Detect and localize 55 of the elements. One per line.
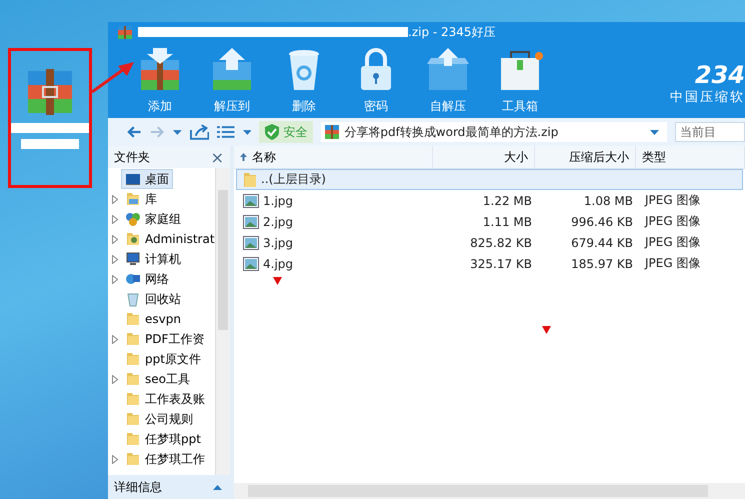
- pane-title: 文件夹: [114, 148, 150, 166]
- toolbar-button[interactable]: 解压到: [196, 42, 268, 115]
- type-cell-text: JPEG 图像: [643, 192, 702, 209]
- file-row[interactable]: ..(上层目录): [236, 169, 743, 190]
- brand-logo: 234: [694, 62, 745, 88]
- tree-item[interactable]: 家庭组: [121, 209, 185, 229]
- packed-size-cell-text: 185.97 KB: [570, 256, 634, 272]
- name-cell: 2.jpg: [237, 212, 436, 231]
- tree-item[interactable]: esvpn: [121, 309, 185, 329]
- tree-item[interactable]: 计算机: [121, 249, 185, 269]
- tree-item[interactable]: 桌面: [121, 169, 173, 189]
- file-row[interactable]: 3.jpg 825.82 KB 679.44 KB JPEG 图像: [236, 232, 743, 253]
- column-header[interactable]: 类型: [636, 146, 745, 168]
- path-field[interactable]: 分享将pdf转换成word最简单的方法.zip: [321, 122, 667, 142]
- tree-item[interactable]: ppt原文件: [121, 349, 205, 369]
- toolbar-button[interactable]: 删除: [268, 42, 340, 115]
- tree-item[interactable]: 回收站: [121, 289, 185, 309]
- name-cell: 3.jpg: [237, 233, 436, 252]
- name-cell: 1.jpg: [237, 191, 436, 210]
- name-cell: ..(上层目录): [237, 170, 436, 189]
- size-cell-text: 1.11 MB: [482, 214, 533, 230]
- packed-size-cell-text: 679.44 KB: [570, 234, 634, 252]
- type-cell-text: JPEG 图像: [643, 255, 702, 272]
- size-cell-text: 825.82 KB: [469, 234, 533, 252]
- toolbar-button[interactable]: 工具箱: [484, 42, 556, 115]
- name-cell: 4.jpg: [237, 254, 436, 273]
- packed-size-cell-text: 1.08 MB: [582, 192, 634, 210]
- tree-item[interactable]: 工作表及账: [121, 389, 209, 409]
- column-header[interactable]: 名称: [234, 146, 433, 168]
- brand-slogan: 中国压缩软: [670, 89, 745, 106]
- window-title: .zip - 2345好压: [408, 24, 496, 40]
- column-header[interactable]: 大小: [433, 146, 535, 168]
- file-row[interactable]: 2.jpg 1.11 MB 996.46 KB JPEG 图像: [236, 211, 743, 232]
- tree-item[interactable]: 任梦琪工作: [121, 449, 209, 469]
- column-header[interactable]: 压缩后大小: [535, 146, 636, 168]
- close-button[interactable]: ×: [210, 148, 224, 166]
- type-cell-text: JPEG 图像: [643, 234, 702, 251]
- tree-item[interactable]: 公司规则: [121, 409, 197, 429]
- toolbar-button[interactable]: 添加: [124, 42, 196, 115]
- type-cell-text: JPEG 图像: [643, 213, 702, 230]
- tree-item[interactable]: 库: [121, 189, 161, 209]
- tree-item[interactable]: Administrat: [121, 229, 215, 249]
- tree-item[interactable]: seo工具: [121, 369, 194, 389]
- tree-item[interactable]: 网络: [121, 269, 173, 289]
- tree-item[interactable]: 任梦琪ppt: [121, 429, 205, 449]
- toolbar-button[interactable]: 密码: [340, 42, 412, 115]
- tree-item[interactable]: PDF工作资: [121, 329, 208, 349]
- toolbar-button[interactable]: 自解压: [412, 42, 484, 115]
- file-row[interactable]: 1.jpg 1.22 MB 1.08 MB JPEG 图像: [236, 190, 743, 211]
- size-cell-text: 325.17 KB: [469, 256, 533, 272]
- file-row[interactable]: 4.jpg 325.17 KB 185.97 KB JPEG 图像: [236, 253, 743, 274]
- safety-badge: 安全: [259, 121, 314, 143]
- packed-size-cell-text: 996.46 KB: [570, 214, 634, 230]
- size-cell-text: 1.22 MB: [482, 192, 533, 210]
- search-field[interactable]: 当前目: [675, 122, 745, 142]
